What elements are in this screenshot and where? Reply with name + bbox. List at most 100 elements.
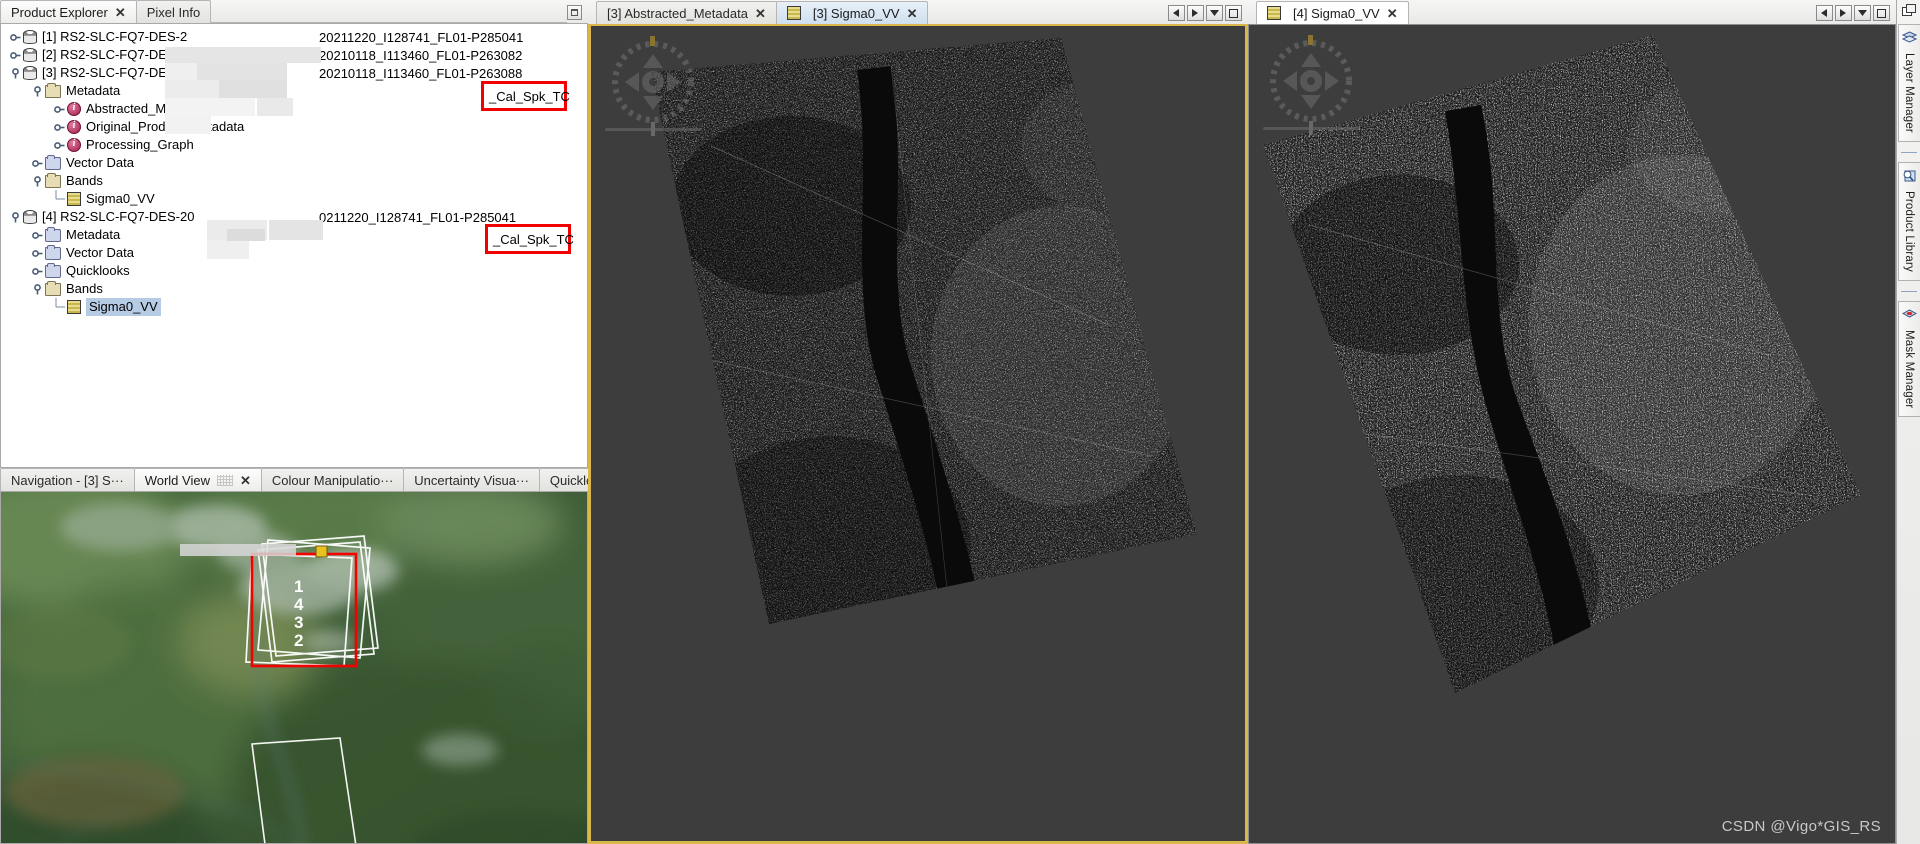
tree-node[interactable]: Sigma0_VV xyxy=(1,298,587,316)
product-tree[interactable]: [1] RS2-SLC-FQ7-DES-2 20211220_I128741_FL… xyxy=(1,24,587,316)
close-icon[interactable]: ✕ xyxy=(907,7,918,20)
zoom-slider[interactable] xyxy=(1263,121,1359,135)
footprint-number-labels: 1 4 3 2 xyxy=(294,577,304,650)
tabstrip-filler xyxy=(210,0,567,23)
collapse-handle-icon[interactable] xyxy=(29,82,45,100)
image-view-group-b: [4] Sigma0_VV ✕ CSDN @Vigo*GIS_RS xyxy=(1248,0,1896,844)
metadata-info-icon xyxy=(67,120,81,134)
svg-text:1: 1 xyxy=(294,577,303,596)
minimize-icon xyxy=(571,9,578,16)
expand-handle-icon[interactable] xyxy=(29,244,45,262)
image-view-group-a: [3] Abstracted_Metadata ✕ [3] Sigma0_VV … xyxy=(588,0,1248,844)
bottom-tab-label: Uncertainty Visua··· xyxy=(414,472,529,488)
tree-node-label: [4] RS2-SLC-FQ7-DES-20 xyxy=(42,209,195,224)
bottom-tab-colour-manipulatio[interactable]: Colour Manipulatio··· xyxy=(260,468,405,491)
tree-node[interactable]: Vector Data xyxy=(1,154,587,172)
rail-tab-product-library[interactable]: Product Library xyxy=(1897,161,1920,281)
tree-node-label: Vector Data xyxy=(66,155,134,170)
scroll-left-icon[interactable] xyxy=(1816,5,1833,21)
expand-handle-icon[interactable] xyxy=(51,118,67,136)
collapse-handle-icon[interactable] xyxy=(29,280,45,298)
tab-product-explorer[interactable]: Product Explorer ✕ xyxy=(0,0,137,23)
chevron-down-icon[interactable] xyxy=(1206,5,1223,21)
expand-handle-icon[interactable] xyxy=(51,100,67,118)
tree-node-label-suffix: 0211220_I128741_FL01-P285041 xyxy=(319,209,517,225)
maximize-window-icon[interactable] xyxy=(1873,5,1890,21)
float-group-icon[interactable] xyxy=(1901,2,1917,18)
tab-view-4-sigma0-vv[interactable]: [4] Sigma0_VV ✕ xyxy=(1256,1,1409,24)
drag-handle-dots[interactable] xyxy=(216,474,233,486)
product-db-icon xyxy=(23,66,37,80)
scroll-right-icon[interactable] xyxy=(1187,5,1204,21)
close-icon[interactable]: ✕ xyxy=(115,6,126,19)
metadata-info-icon xyxy=(67,138,81,152)
tree-node-label: Processing_Graph xyxy=(86,137,194,152)
tab-view-3-sigma0-vv[interactable]: [3] Sigma0_VV ✕ xyxy=(775,1,929,24)
tree-node-label-suffix: 20211220_I128741_FL01-P285041 xyxy=(319,29,524,45)
zoom-slider-knob[interactable] xyxy=(651,122,655,136)
bottom-tab-navigation-3-s[interactable]: Navigation - [3] S··· xyxy=(0,468,135,491)
folder-icon xyxy=(45,226,61,242)
tree-node[interactable]: Processing_Graph xyxy=(1,136,587,154)
collapse-handle-icon[interactable] xyxy=(7,208,23,226)
redaction-block xyxy=(197,63,287,80)
tree-node-label: Metadata xyxy=(66,227,121,242)
redaction-block xyxy=(180,544,296,556)
tree-leaf-connector xyxy=(51,190,67,208)
folder-icon xyxy=(45,244,61,260)
highlight-suffix-product-4: _Cal_Spk_TC xyxy=(485,224,574,254)
redaction-block xyxy=(219,80,287,98)
tree-node[interactable]: Original_Product_Metadata xyxy=(1,118,587,136)
close-icon[interactable]: ✕ xyxy=(240,474,251,487)
close-icon[interactable]: ✕ xyxy=(1387,7,1398,20)
expand-handle-icon[interactable] xyxy=(7,46,23,64)
zoom-slider[interactable] xyxy=(605,122,701,136)
bottom-tab-world-view[interactable]: World View ✕ xyxy=(133,468,262,491)
tree-node[interactable]: Sigma0_VV xyxy=(1,190,587,208)
tab-pixel-info[interactable]: Pixel Info xyxy=(135,0,212,23)
tree-node[interactable]: Bands xyxy=(1,280,587,298)
expand-handle-icon[interactable] xyxy=(7,28,23,46)
maximize-window-icon[interactable] xyxy=(1225,5,1242,21)
tab-view-3-sigma0-vv-label: [3] Sigma0_VV xyxy=(812,5,900,21)
collapse-handle-icon[interactable] xyxy=(7,64,23,82)
expand-handle-icon[interactable] xyxy=(29,154,45,172)
expand-handle-icon[interactable] xyxy=(29,262,45,280)
minimize-window-button[interactable] xyxy=(567,5,582,20)
bottom-tab-uncertainty-visua[interactable]: Uncertainty Visua··· xyxy=(403,468,540,491)
image-view-b[interactable]: CSDN @Vigo*GIS_RS xyxy=(1248,24,1896,844)
scroll-right-icon[interactable] xyxy=(1835,5,1852,21)
sar-image-b[interactable] xyxy=(1249,25,1896,844)
view-b-tabstrip: [4] Sigma0_VV ✕ xyxy=(1248,0,1896,24)
tree-node[interactable]: [1] RS2-SLC-FQ7-DES-2 20211220_I128741_FL… xyxy=(1,28,587,46)
scroll-left-icon[interactable] xyxy=(1168,5,1185,21)
highlight-suffix-product-3: _Cal_Spk_TC xyxy=(481,81,570,111)
close-icon[interactable]: ✕ xyxy=(755,7,766,20)
world-view-panel[interactable]: 1 4 3 2 xyxy=(0,492,588,844)
tab-product-explorer-label: Product Explorer xyxy=(11,4,108,20)
bottom-tab-label: Navigation - [3] S··· xyxy=(11,472,124,488)
band-raster-icon xyxy=(1267,6,1281,20)
rail-tab-layer-manager[interactable]: Layer Manager xyxy=(1897,24,1920,142)
chevron-down-icon[interactable] xyxy=(1854,5,1871,21)
bottom-dock-tabstrip: Navigation - [3] S··· World View ✕ Colour M… xyxy=(0,468,633,492)
rail-tab-mask-manager[interactable]: Mask Manager xyxy=(1897,300,1920,418)
collapse-handle-icon[interactable] xyxy=(29,172,45,190)
tree-node-label-suffix: 20210118_I113460_FL01-P263088 xyxy=(319,65,523,81)
world-view-map[interactable]: 1 4 3 2 xyxy=(0,492,588,844)
tab-abstracted-metadata[interactable]: [3] Abstracted_Metadata ✕ xyxy=(596,1,777,24)
tree-node[interactable]: Quicklooks xyxy=(1,262,587,280)
tree-node[interactable]: Bands xyxy=(1,172,587,190)
product-explorer-panel[interactable]: [1] RS2-SLC-FQ7-DES-2 20211220_I128741_FL… xyxy=(0,24,588,468)
image-view-a[interactable] xyxy=(588,24,1248,844)
metadata-info-icon xyxy=(67,102,81,116)
expand-handle-icon[interactable] xyxy=(29,226,45,244)
redaction-block xyxy=(165,116,211,134)
redaction-block xyxy=(269,220,323,240)
zoom-slider-knob[interactable] xyxy=(1309,121,1313,135)
folder-icon xyxy=(45,262,61,278)
sar-image-a[interactable] xyxy=(591,26,1247,844)
rail-divider xyxy=(1900,151,1917,153)
expand-handle-icon[interactable] xyxy=(51,136,67,154)
tree-node[interactable]: [3] RS2-SLC-FQ7-DES-1 20210118_I113460_FL… xyxy=(1,64,587,82)
